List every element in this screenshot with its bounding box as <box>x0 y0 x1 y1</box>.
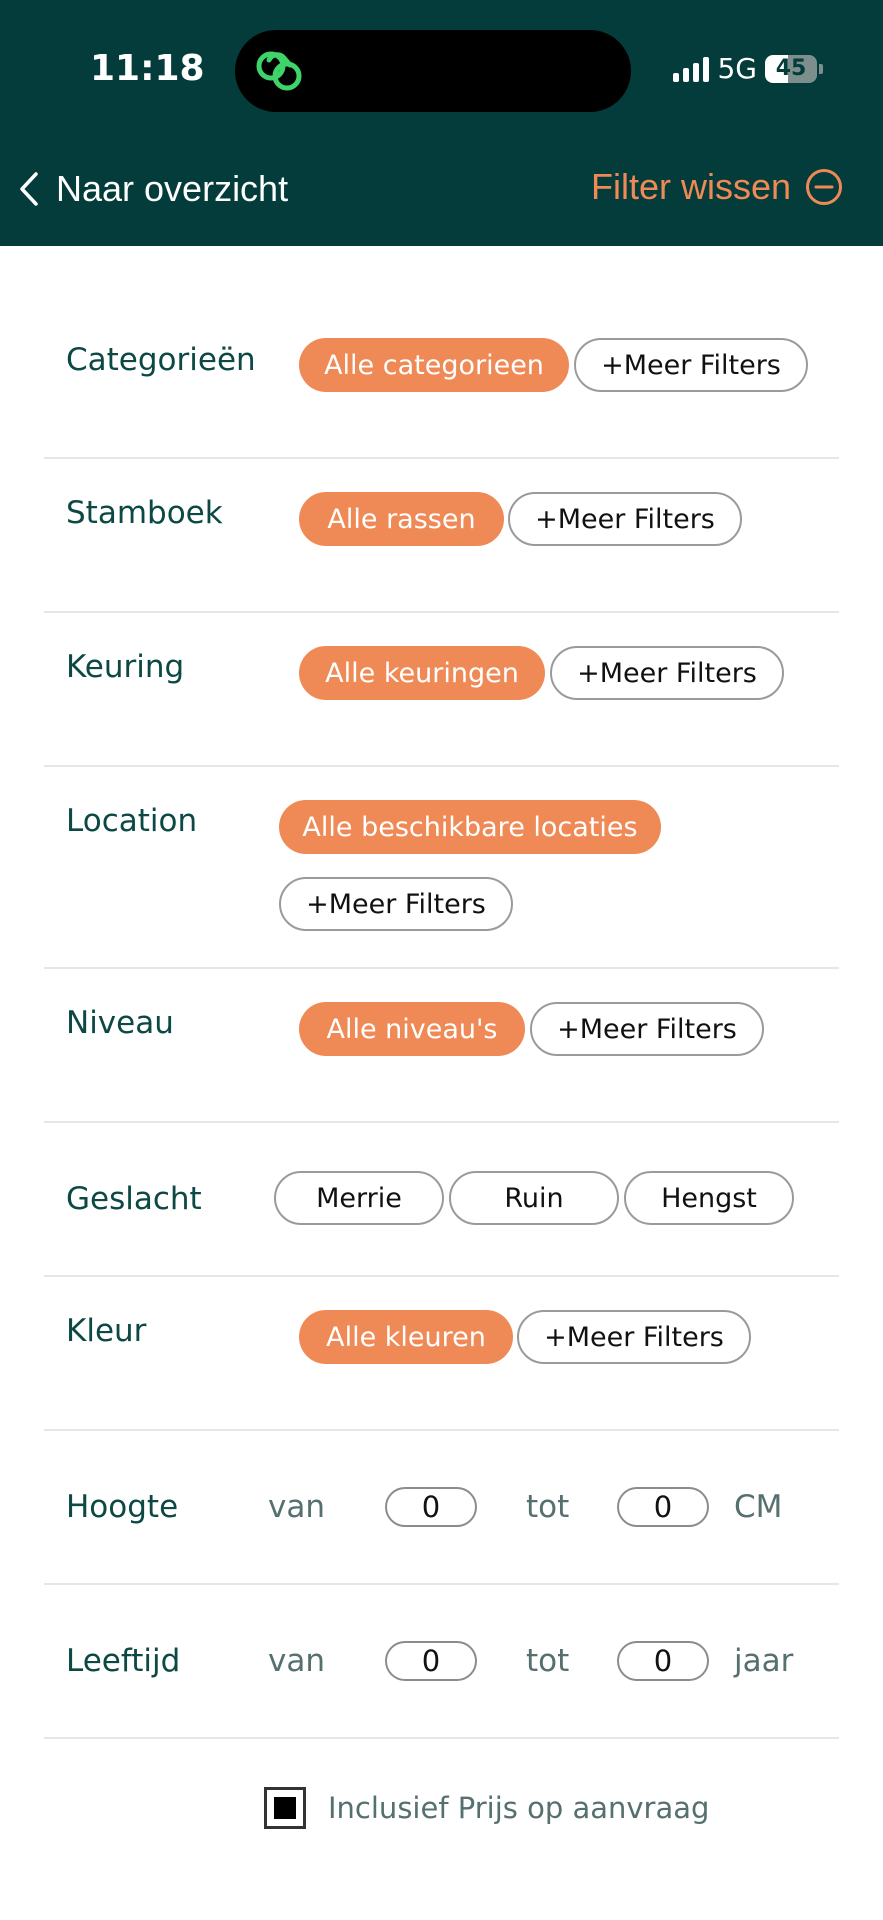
more-filters-button[interactable]: +Meer Filters <box>279 877 513 931</box>
filter-label: Niveau <box>66 1005 174 1041</box>
filter-row-leeftijd: Leeftijd van 0 tot 0 jaar <box>44 1585 839 1739</box>
age-from-input[interactable]: 0 <box>385 1641 477 1681</box>
minus-circle-icon <box>806 169 842 205</box>
back-label: Naar overzicht <box>56 168 289 209</box>
battery-icon: 45 <box>765 54 817 83</box>
chip-ruin[interactable]: Ruin <box>449 1171 619 1225</box>
chip-alle-kleuren[interactable]: Alle kleuren <box>299 1310 513 1364</box>
link-app-icon <box>256 51 302 91</box>
price-on-request-checkbox[interactable] <box>264 1787 306 1829</box>
filter-row-categorieen: Categorieën Alle categorieen +Meer Filte… <box>44 246 839 459</box>
checkbox-checked-mark <box>274 1797 296 1819</box>
price-on-request-checkbox-row[interactable]: Inclusief Prijs op aanvraag <box>264 1787 709 1829</box>
filter-label: Geslacht <box>66 1181 202 1217</box>
filter-label: Kleur <box>66 1313 147 1349</box>
more-filters-button[interactable]: +Meer Filters <box>574 338 808 392</box>
more-filters-button[interactable]: +Meer Filters <box>517 1310 751 1364</box>
from-label: van <box>268 1489 325 1525</box>
chip-alle-rassen[interactable]: Alle rassen <box>299 492 504 546</box>
filter-label: Location <box>66 803 198 839</box>
clear-filter-button[interactable]: Filter wissen <box>591 166 843 208</box>
chip-alle-categorieen[interactable]: Alle categorieen <box>299 338 569 392</box>
to-label: tot <box>526 1643 570 1679</box>
unit-label: jaar <box>734 1643 794 1679</box>
back-button[interactable]: Naar overzicht <box>18 168 288 210</box>
chip-alle-beschikbare-locaties[interactable]: Alle beschikbare locaties <box>279 800 661 854</box>
age-to-input[interactable]: 0 <box>617 1641 709 1681</box>
chip-alle-keuringen[interactable]: Alle keuringen <box>299 646 545 700</box>
filter-label: Stamboek <box>66 495 223 531</box>
more-filters-button[interactable]: +Meer Filters <box>508 492 742 546</box>
chip-alle-niveaus[interactable]: Alle niveau's <box>299 1002 525 1056</box>
to-label: tot <box>526 1489 570 1525</box>
filter-label: Keuring <box>66 649 185 685</box>
filter-label: Categorieën <box>66 342 256 378</box>
battery-nub <box>819 63 823 74</box>
filter-label: Leeftijd <box>66 1643 181 1679</box>
dynamic-island <box>235 30 631 112</box>
app-header: 11:18 5G 45 Naar overzicht Filter wissen <box>0 0 883 246</box>
filter-row-location: Location Alle beschikbare locaties +Meer… <box>44 767 839 969</box>
filter-label: Hoogte <box>66 1489 179 1525</box>
filter-row-hoogte: Hoogte van 0 tot 0 CM <box>44 1431 839 1585</box>
filter-row-stamboek: Stamboek Alle rassen +Meer Filters <box>44 459 839 613</box>
network-type: 5G <box>717 52 757 85</box>
from-label: van <box>268 1643 325 1679</box>
status-indicators: 5G 45 <box>673 52 823 85</box>
filter-row-geslacht: Geslacht Merrie Ruin Hengst <box>44 1123 839 1277</box>
filter-row-keuring: Keuring Alle keuringen +Meer Filters <box>44 613 839 767</box>
filter-row-kleur: Kleur Alle kleuren +Meer Filters <box>44 1277 839 1431</box>
clear-filter-label: Filter wissen <box>590 166 791 207</box>
height-from-input[interactable]: 0 <box>385 1487 477 1527</box>
chip-merrie[interactable]: Merrie <box>274 1171 444 1225</box>
price-on-request-label: Inclusief Prijs op aanvraag <box>328 1791 710 1825</box>
filter-row-niveau: Niveau Alle niveau's +Meer Filters <box>44 969 839 1123</box>
chip-hengst[interactable]: Hengst <box>624 1171 794 1225</box>
unit-label: CM <box>734 1489 783 1525</box>
height-to-input[interactable]: 0 <box>617 1487 709 1527</box>
signal-icon <box>673 56 710 82</box>
chevron-left-icon <box>20 172 38 206</box>
status-time: 11:18 <box>90 48 205 89</box>
battery-percent: 45 <box>775 56 807 81</box>
more-filters-button[interactable]: +Meer Filters <box>530 1002 764 1056</box>
more-filters-button[interactable]: +Meer Filters <box>550 646 784 700</box>
